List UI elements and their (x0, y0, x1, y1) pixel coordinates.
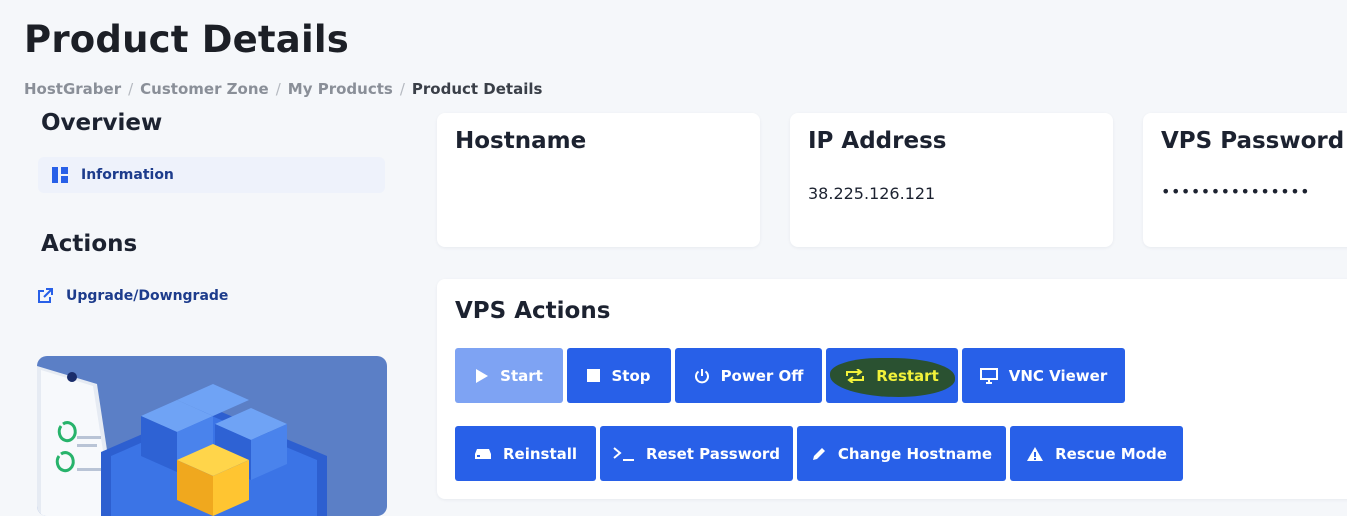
overview-heading: Overview (41, 110, 163, 136)
hostname-title: Hostname (455, 128, 587, 154)
rescue-mode-button[interactable]: Rescue Mode (1010, 426, 1183, 481)
sidebar-item-label: Information (81, 167, 174, 183)
restart-button[interactable]: Restart (826, 348, 958, 403)
vnc-viewer-label: VNC Viewer (1008, 366, 1108, 385)
stop-button[interactable]: Stop (567, 348, 671, 403)
ip-address-title: IP Address (808, 128, 947, 154)
breadcrumb: HostGraber / Customer Zone / My Products… (24, 80, 542, 98)
reinstall-label: Reinstall (502, 444, 578, 463)
breadcrumb-my-products[interactable]: My Products (288, 80, 393, 98)
breadcrumb-current: Product Details (411, 80, 543, 98)
reset-password-label: Reset Password (645, 444, 781, 463)
power-off-label: Power Off (720, 366, 804, 385)
breadcrumb-hostgraber[interactable]: HostGraber (24, 80, 121, 98)
upgrade-downgrade-link[interactable]: Upgrade/Downgrade (37, 285, 228, 307)
start-label: Start (500, 366, 543, 385)
vps-password-value: ••••••••••••••• (1161, 182, 1311, 201)
terminal-icon (613, 446, 634, 461)
stop-icon (587, 369, 601, 382)
power-off-button[interactable]: Power Off (675, 348, 822, 403)
reinstall-button[interactable]: Reinstall (455, 426, 596, 481)
grid-icon (52, 167, 68, 183)
vps-password-card: VPS Password ••••••••••••••• (1143, 113, 1347, 247)
monitor-icon (979, 367, 998, 384)
ip-address-card: IP Address 38.225.126.121 (790, 113, 1113, 247)
warning-icon (1027, 446, 1044, 461)
actions-heading: Actions (41, 231, 138, 257)
hostname-card: Hostname (437, 113, 760, 247)
promo-illustration (37, 356, 387, 516)
breadcrumb-customer-zone[interactable]: Customer Zone (140, 80, 269, 98)
start-button[interactable]: Start (455, 348, 563, 403)
change-hostname-button[interactable]: Change Hostname (797, 426, 1006, 481)
ip-address-value: 38.225.126.121 (808, 184, 936, 203)
hard-drive-icon (474, 448, 491, 459)
breadcrumb-separator: / (399, 80, 405, 98)
reset-password-button[interactable]: Reset Password (600, 426, 793, 481)
repeat-icon (846, 368, 865, 383)
breadcrumb-separator: / (128, 80, 134, 98)
stop-label: Stop (611, 366, 651, 385)
change-hostname-label: Change Hostname (837, 444, 993, 463)
restart-label: Restart (876, 366, 939, 385)
pencil-icon (812, 447, 825, 460)
sidebar-item-information[interactable]: Information (38, 157, 385, 193)
power-icon (694, 368, 709, 383)
vps-actions-heading: VPS Actions (455, 298, 611, 324)
breadcrumb-separator: / (275, 80, 281, 98)
play-icon (476, 368, 489, 383)
vps-actions-panel: VPS Actions Start Stop Power Off Restart (437, 279, 1347, 499)
vnc-viewer-button[interactable]: VNC Viewer (962, 348, 1125, 403)
vps-password-title: VPS Password (1161, 128, 1345, 154)
page-title: Product Details (24, 18, 349, 61)
rescue-mode-label: Rescue Mode (1055, 444, 1167, 463)
upgrade-label: Upgrade/Downgrade (66, 288, 229, 304)
external-link-icon (38, 288, 53, 303)
